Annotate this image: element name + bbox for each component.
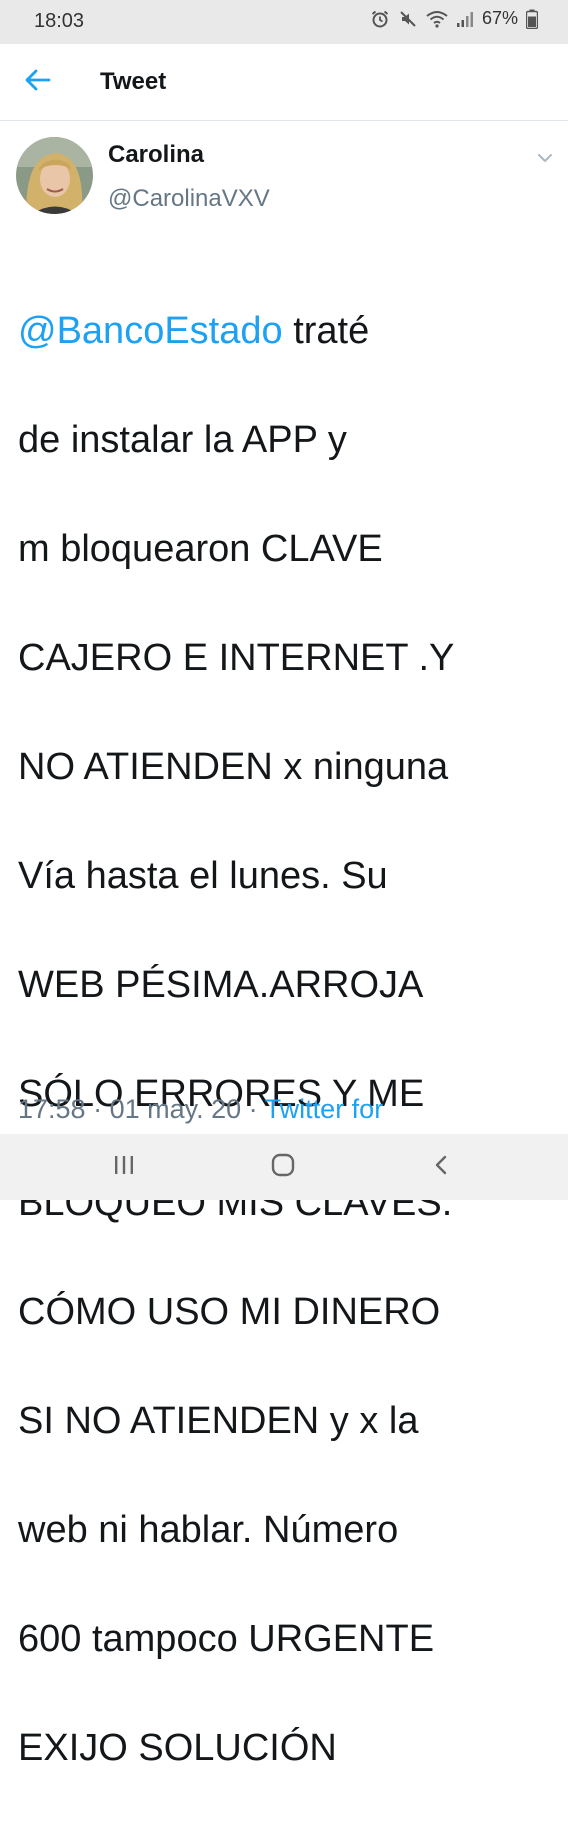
status-time: 18:03 [34, 10, 85, 32]
meta-separator: · [85, 1094, 110, 1124]
avatar[interactable] [16, 137, 93, 214]
status-bar: 18:03 67% [0, 0, 568, 44]
tweet-line: de instalar la APP y [18, 418, 347, 461]
page-title: Tweet [100, 68, 167, 95]
arrow-left-icon [25, 69, 51, 96]
tweet-text: @BancoEstado traté de instalar la APP y … [18, 249, 548, 1830]
app-header: Tweet [0, 44, 568, 121]
tweet-source-link[interactable]: Twitter for [265, 1094, 384, 1124]
tweet-line: Vía hasta el lunes. Su [18, 854, 388, 897]
tweet-date: 01 may. 20 [109, 1094, 242, 1124]
status-icons: 67% [370, 8, 538, 29]
home-button[interactable] [263, 1152, 303, 1182]
mention-link[interactable]: @BancoEstado [18, 310, 283, 352]
wifi-icon [426, 10, 448, 28]
back-button[interactable] [20, 64, 56, 100]
tweet-meta: 17:58 · 01 may. 20 · Twitter for [18, 1094, 383, 1125]
chevron-down-icon[interactable] [534, 150, 556, 166]
back-icon [431, 1154, 451, 1181]
tweet-line: @BancoEstado traté [18, 309, 370, 352]
tweet-time: 17:58 [18, 1094, 86, 1124]
author-handle[interactable]: @CarolinaVXV [108, 185, 270, 213]
tweet-line: m bloquearon CLAVE [18, 527, 383, 570]
battery-percent: 67% [481, 8, 518, 28]
alarm-icon [370, 9, 390, 29]
tweet-line: WEB PÉSIMA.ARROJA [18, 963, 424, 1006]
meta-separator: · [241, 1094, 265, 1124]
mute-icon [398, 9, 418, 29]
recent-apps-button[interactable] [104, 1152, 144, 1182]
tweet-line: web ni hablar. Número [18, 1508, 399, 1551]
battery-icon [526, 9, 538, 29]
tweet-line: CAJERO E INTERNET .Y [18, 636, 455, 679]
signal-icon [456, 10, 474, 28]
tweet-line: NO ATIENDEN x ninguna [18, 745, 449, 788]
system-nav-bar [0, 1134, 568, 1200]
nav-back-button[interactable] [421, 1152, 461, 1182]
tweet-line: EXIJO SOLUCIÓN [18, 1726, 337, 1769]
recent-apps-icon [112, 1154, 136, 1181]
tweet-line: 600 tampoco URGENTE [18, 1617, 435, 1660]
tweet-line: CÓMO USO MI DINERO [18, 1290, 441, 1333]
tweet-line: SI NO ATIENDEN y x la [18, 1399, 419, 1442]
home-icon [270, 1153, 296, 1182]
author-name[interactable]: Carolina [108, 141, 204, 169]
